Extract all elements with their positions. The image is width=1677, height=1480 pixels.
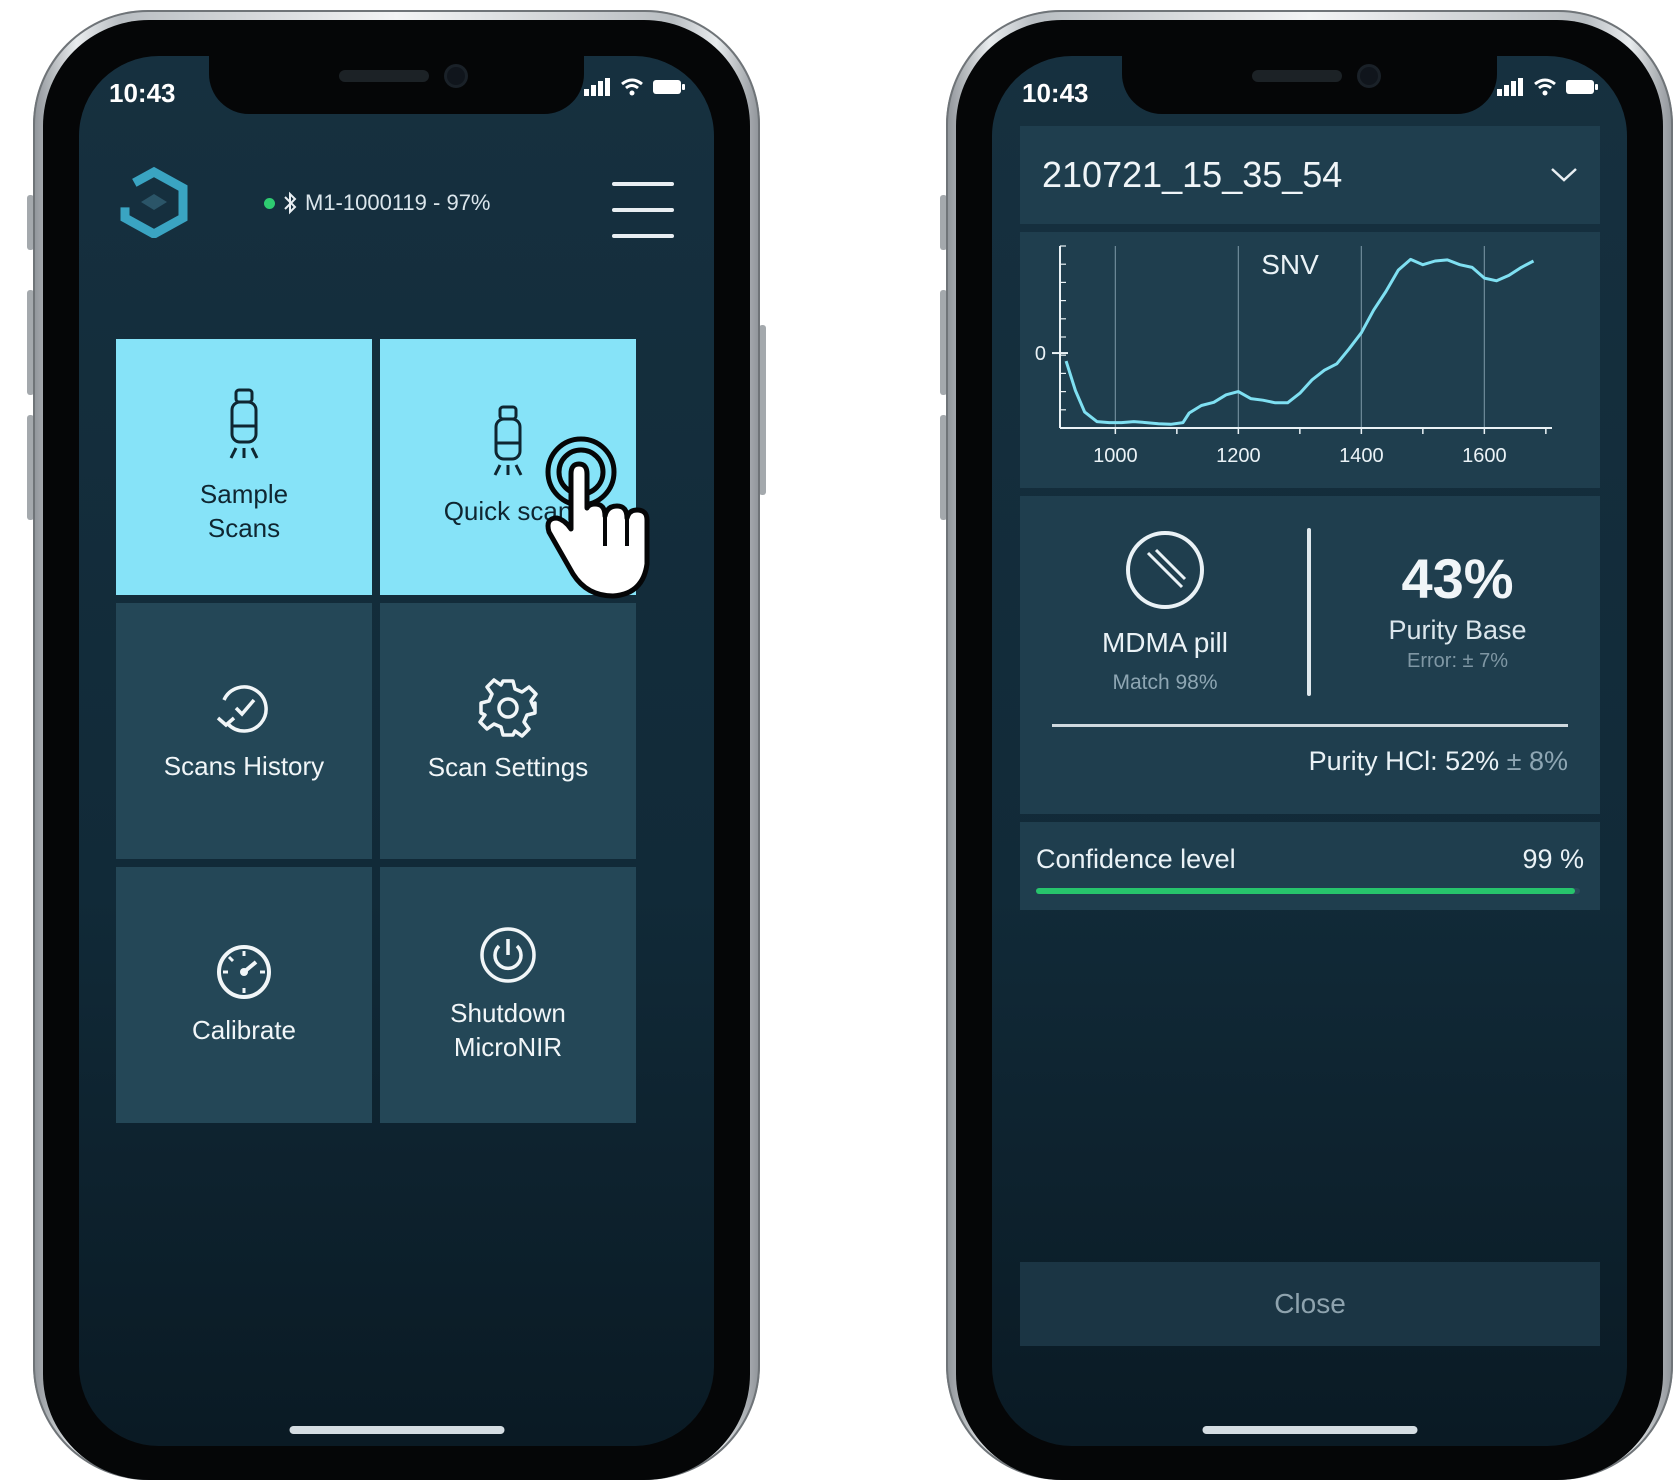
close-button[interactable]: Close bbox=[1020, 1262, 1600, 1346]
hamburger-menu-icon[interactable] bbox=[612, 182, 674, 238]
spectrum-chart-card: 1000 1200 1400 1600 0 SNV bbox=[1020, 232, 1600, 488]
purity-base-label: Purity Base bbox=[1388, 615, 1527, 645]
shutdown-label: Shutdown MicroNIR bbox=[450, 998, 566, 1062]
result-screen: 10:43 210721_15_35_54 1000 1200 1400 1600 0 S… bbox=[992, 56, 1627, 1446]
spectrum-chart: 1000 1200 1400 1600 0 SNV bbox=[1035, 245, 1552, 467]
x-tick-label-1600: 1600 bbox=[1462, 445, 1507, 467]
x-tick-label-1400: 1400 bbox=[1339, 445, 1384, 467]
chevron-down-icon bbox=[1551, 168, 1577, 182]
sample-scans-tile[interactable]: Sample Scans bbox=[116, 339, 372, 595]
shutdown-tile[interactable]: Shutdown MicroNIR bbox=[380, 867, 636, 1123]
history-icon bbox=[216, 685, 268, 733]
purity-base-error: Error: ± 7% bbox=[1407, 650, 1508, 672]
app-logo-icon bbox=[119, 166, 189, 243]
purity-hcl-value: Purity HCl: 52% bbox=[1308, 746, 1500, 776]
battery-icon bbox=[653, 80, 685, 94]
confidence-bar-fill bbox=[1036, 888, 1575, 894]
confidence-label: Confidence level bbox=[1036, 844, 1236, 874]
purity-hcl: Purity HCl: 52% ± 8% bbox=[1309, 746, 1568, 777]
scan-settings-tile[interactable]: Scan Settings bbox=[380, 603, 636, 859]
scan-id: 210721_15_35_54 bbox=[1042, 154, 1343, 195]
scans-history-tile[interactable]: Scans History bbox=[116, 603, 372, 859]
cellular-signal-icon bbox=[1497, 78, 1523, 96]
earpiece-speaker bbox=[1252, 70, 1342, 82]
spectrum-series-line-0 bbox=[1064, 257, 1535, 426]
purity-base-value: 43% bbox=[1401, 547, 1514, 610]
device-connection-status: M1-1000119 - 97% bbox=[264, 190, 491, 216]
result-card: MDMA pill Match 98% 43% Purity Base Erro… bbox=[1020, 496, 1600, 814]
scanner-icon bbox=[493, 405, 523, 476]
purity-hcl-error: ± 8% bbox=[1506, 746, 1568, 776]
calibrate-tile[interactable]: Calibrate bbox=[116, 867, 372, 1123]
home-indicator[interactable] bbox=[1202, 1426, 1417, 1434]
sample-scans-label: Sample Scans bbox=[199, 479, 289, 543]
power-side-button bbox=[759, 325, 766, 495]
confidence-bar-track bbox=[1036, 888, 1580, 894]
match-result: MDMA pill Match 98% bbox=[1065, 528, 1265, 695]
phone-result-screen: 10:43 210721_15_35_54 1000 1200 1400 1600 0 S… bbox=[940, 10, 1673, 1480]
x-tick-label-1000: 1000 bbox=[1093, 445, 1138, 467]
home-screen: 10:43 M1-1000119 - 97% Sample Scans Quic… bbox=[79, 56, 714, 1446]
confidence-card: Confidence level 99 % bbox=[1020, 822, 1600, 910]
connection-dot bbox=[264, 197, 275, 209]
status-icons bbox=[1497, 78, 1599, 96]
wifi-icon bbox=[1534, 78, 1556, 96]
status-time: 10:43 bbox=[1022, 78, 1089, 108]
quick-scan-tile[interactable]: Quick scan bbox=[380, 339, 650, 599]
bluetooth-icon bbox=[284, 191, 297, 215]
match-percent: Match 98% bbox=[1112, 671, 1218, 694]
scan-selector-dropdown[interactable]: 210721_15_35_54 bbox=[1020, 126, 1600, 224]
phone-home-screen: 10:43 M1-1000119 - 97% Sample Scans Quic… bbox=[27, 10, 766, 1480]
front-camera bbox=[447, 67, 465, 85]
chart-title: SNV bbox=[1261, 249, 1319, 280]
status-icons bbox=[584, 78, 686, 96]
front-camera bbox=[1360, 67, 1378, 85]
y-tick-label-0: 0 bbox=[1035, 343, 1046, 365]
calibrate-label: Calibrate bbox=[191, 1015, 297, 1046]
power-icon bbox=[480, 927, 536, 983]
device-name-battery: M1-1000119 - 97% bbox=[305, 190, 491, 215]
cellular-signal-icon bbox=[584, 78, 610, 96]
substance-name: MDMA pill bbox=[1101, 627, 1228, 658]
home-indicator[interactable] bbox=[289, 1426, 504, 1434]
result-divider-vertical bbox=[1307, 528, 1311, 696]
app-header: M1-1000119 - 97% bbox=[79, 156, 714, 296]
confidence-value: 99 % bbox=[1522, 844, 1584, 874]
scanner-icon bbox=[229, 388, 259, 459]
result-divider-horizontal bbox=[1052, 724, 1568, 727]
earpiece-speaker bbox=[339, 70, 429, 82]
home-tiles-grid: Sample Scans Quick scan Scans History Sc… bbox=[116, 339, 650, 1123]
tap-hand-icon bbox=[545, 436, 650, 599]
scan-settings-label: Scan Settings bbox=[427, 752, 589, 783]
substance-icon bbox=[1126, 531, 1204, 609]
scans-history-label: Scans History bbox=[163, 751, 325, 782]
notch bbox=[1122, 56, 1497, 114]
notch bbox=[209, 56, 584, 114]
purity-base-result: 43% Purity Base Error: ± 7% bbox=[1340, 546, 1575, 673]
wifi-icon bbox=[621, 78, 643, 96]
x-tick-label-1200: 1200 bbox=[1216, 445, 1261, 467]
gauge-icon bbox=[217, 945, 271, 1000]
status-time: 10:43 bbox=[109, 78, 176, 108]
battery-icon bbox=[1566, 80, 1598, 94]
gear-icon bbox=[478, 678, 538, 738]
